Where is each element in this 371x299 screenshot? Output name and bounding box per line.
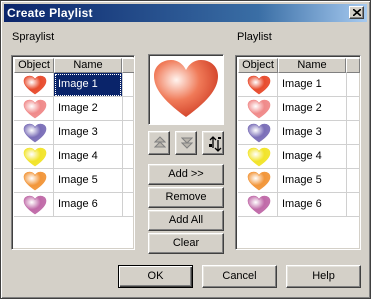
playlist-object-cell xyxy=(238,97,278,121)
close-icon xyxy=(353,9,361,16)
create-playlist-dialog: Create Playlist Spraylist Playlist Objec… xyxy=(0,0,371,299)
spraylist-name-cell: Image 3 xyxy=(54,121,122,145)
spraylist-empty-cell xyxy=(122,97,134,121)
spraylist-name-cell: Image 6 xyxy=(54,193,122,217)
heart-icon xyxy=(154,60,218,117)
window-title: Create Playlist xyxy=(7,6,93,20)
playlist-header-object[interactable]: Object xyxy=(238,58,278,73)
spraylist-object-cell xyxy=(14,97,54,121)
add-button[interactable]: Add >> xyxy=(148,164,224,185)
ok-button[interactable]: OK xyxy=(118,265,193,288)
spraylist-empty-cell xyxy=(122,73,134,97)
playlist-label: Playlist xyxy=(237,31,272,43)
playlist-name-cell: Image 6 xyxy=(278,193,346,217)
spraylist-object-cell xyxy=(14,73,54,97)
playlist-name-cell: Image 5 xyxy=(278,169,346,193)
heart-icon xyxy=(23,171,47,191)
spraylist-name-cell: Image 5 xyxy=(54,169,122,193)
playlist-empty-cell xyxy=(346,73,360,97)
remove-button[interactable]: Remove xyxy=(148,187,224,208)
move-up-button[interactable] xyxy=(148,131,170,155)
image-preview xyxy=(148,54,224,125)
title-bar: Create Playlist xyxy=(4,4,367,22)
playlist-object-cell xyxy=(238,193,278,217)
heart-icon xyxy=(247,75,271,95)
heart-icon xyxy=(247,195,271,215)
playlist-empty-cell xyxy=(346,193,360,217)
playlist-object-cell xyxy=(238,73,278,97)
spraylist-header-filler xyxy=(122,58,134,73)
spraylist-empty-cell xyxy=(122,169,134,193)
move-up-icon xyxy=(154,136,166,148)
playlist-name-cell: Image 3 xyxy=(278,121,346,145)
spraylist-empty-cell xyxy=(122,145,134,169)
playlist-object-cell xyxy=(238,169,278,193)
spraylist-listbox[interactable]: Object Name Image 1 Image 2 Image 3 Image 4… xyxy=(11,55,135,250)
playlist-listbox[interactable]: Object Name Image 1 Image 2 Image 3 Image 4… xyxy=(235,55,361,250)
heart-icon xyxy=(247,171,271,191)
close-button[interactable] xyxy=(349,6,364,19)
move-down-icon xyxy=(181,137,193,149)
clear-button[interactable]: Clear xyxy=(148,233,224,254)
spraylist-object-cell xyxy=(14,145,54,169)
playlist-empty-cell xyxy=(346,169,360,193)
add-all-button[interactable]: Add All xyxy=(148,210,224,231)
spraylist-name-cell: Image 2 xyxy=(54,97,122,121)
cancel-button[interactable]: Cancel xyxy=(202,265,277,288)
heart-icon xyxy=(247,99,271,119)
spraylist-name-cell: Image 1 xyxy=(54,73,122,97)
spraylist-object-cell xyxy=(14,169,54,193)
help-button[interactable]: Help xyxy=(286,265,361,288)
heart-icon xyxy=(23,195,47,215)
heart-icon xyxy=(23,99,47,119)
heart-icon xyxy=(23,123,47,143)
playlist-header-filler xyxy=(346,58,360,73)
spraylist-object-cell xyxy=(14,121,54,145)
spraylist-empty-cell xyxy=(122,121,134,145)
spraylist-empty-cell xyxy=(122,193,134,217)
playlist-name-cell: Image 4 xyxy=(278,145,346,169)
playlist-object-cell xyxy=(238,145,278,169)
heart-icon xyxy=(247,123,271,143)
playlist-name-cell: Image 1 xyxy=(278,73,346,97)
spraylist-name-cell: Image 4 xyxy=(54,145,122,169)
heart-icon xyxy=(23,75,47,95)
playlist-object-cell xyxy=(238,121,278,145)
playlist-empty-cell xyxy=(346,145,360,169)
move-down-button[interactable] xyxy=(175,131,197,155)
spraylist-label: Spraylist xyxy=(12,31,55,43)
heart-icon xyxy=(23,147,47,167)
playlist-empty-cell xyxy=(346,97,360,121)
shuffle-icon xyxy=(209,136,222,152)
spraylist-header-object[interactable]: Object xyxy=(14,58,54,73)
spraylist-header-name[interactable]: Name xyxy=(54,58,122,73)
shuffle-button[interactable] xyxy=(202,131,224,155)
playlist-header-name[interactable]: Name xyxy=(278,58,346,73)
playlist-name-cell: Image 2 xyxy=(278,97,346,121)
heart-icon xyxy=(247,147,271,167)
spraylist-object-cell xyxy=(14,193,54,217)
playlist-empty-cell xyxy=(346,121,360,145)
